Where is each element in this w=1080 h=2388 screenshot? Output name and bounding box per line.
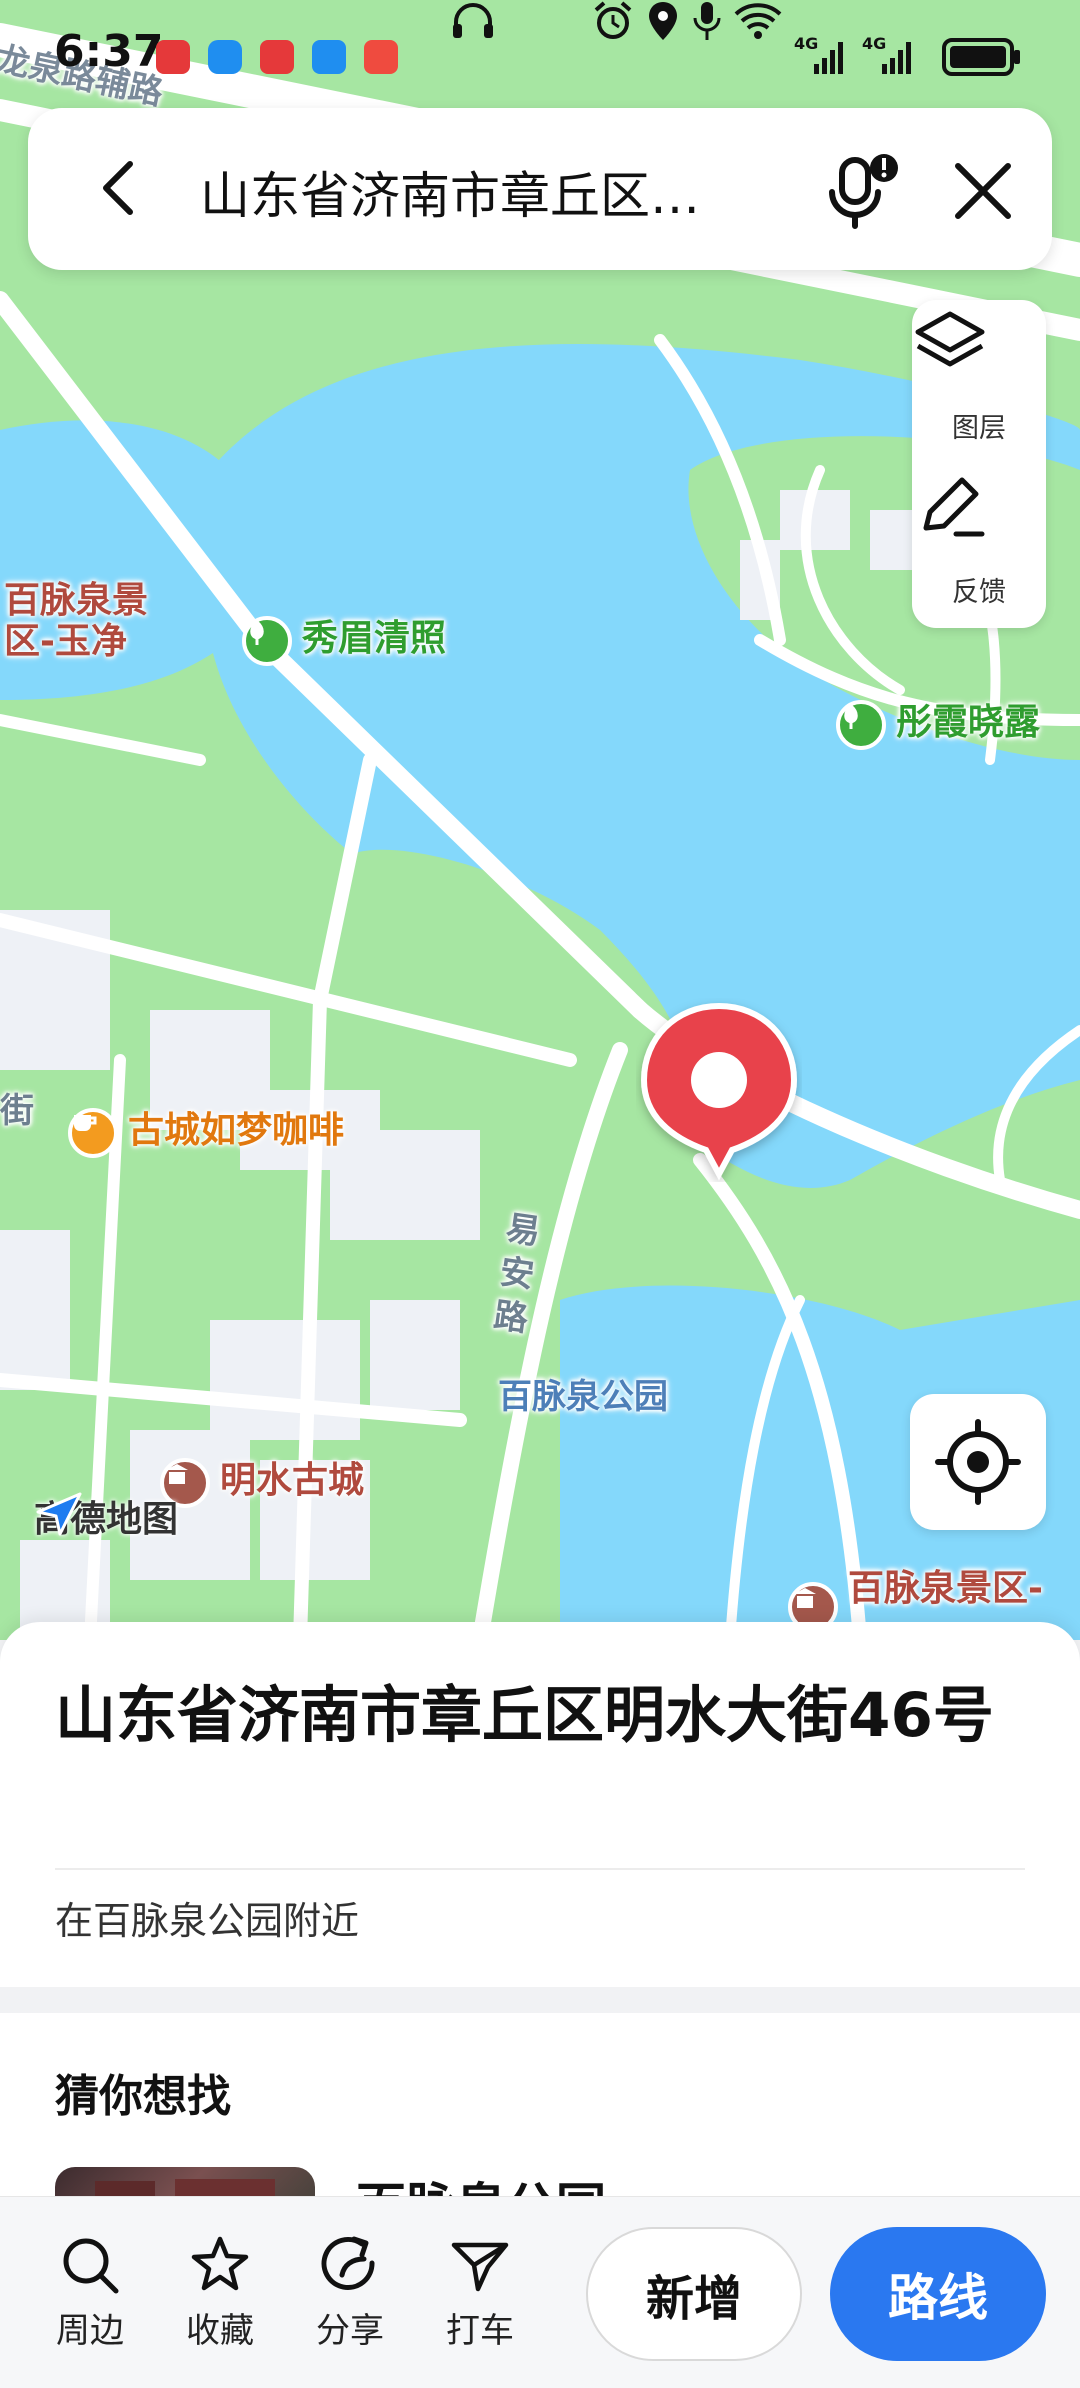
feedback-button[interactable]: 反馈 (912, 470, 1046, 620)
favorite-button[interactable]: 收藏 (160, 2233, 280, 2352)
nearby-button[interactable]: 周边 (30, 2233, 150, 2352)
amap-logo: 高德地图 (34, 1490, 178, 1542)
scenic-poi-icon[interactable] (836, 700, 886, 750)
location-pin-icon[interactable] (636, 998, 802, 1182)
battery-app-icon (364, 40, 398, 74)
divider (55, 1868, 1025, 1870)
favorite-label: 收藏 (186, 2311, 254, 2351)
poi-label-baimai-scenic[interactable]: 百脉泉景区- (848, 1568, 1043, 1609)
layers-icon (915, 311, 985, 367)
map-tools-panel: 图层 反馈 (912, 300, 1046, 628)
share-button[interactable]: 分享 (290, 2233, 410, 2352)
chevron-left-icon[interactable] (88, 156, 152, 220)
mic-status-icon (693, 2, 721, 40)
add-new-button[interactable]: 新增 (586, 2227, 802, 2361)
search-icon (63, 2238, 119, 2294)
share-icon (321, 2236, 375, 2290)
poi-label-park[interactable]: 百脉泉公园 (498, 1377, 668, 1417)
amap-arrow-icon (36, 1492, 82, 1536)
locate-me-button[interactable] (910, 1394, 1046, 1530)
scenic-poi-icon[interactable] (242, 616, 292, 666)
road-label-street: 街 (0, 1091, 34, 1131)
poi-label-cafe[interactable]: 古城如梦咖啡 (128, 1110, 344, 1151)
route-button[interactable]: 路线 (830, 2227, 1046, 2361)
poi-label-xiumei[interactable]: 秀眉清照 (302, 618, 446, 659)
layers-label: 图层 (952, 413, 1006, 444)
status-bar: 6:37 4G 4G (0, 0, 1080, 110)
signal-icon-1: 4G (794, 34, 850, 78)
poi-label-mingshui[interactable]: 明水古城 (220, 1460, 364, 1501)
status-time: 6:37 (54, 26, 164, 77)
close-icon[interactable] (948, 156, 1018, 226)
cloud-app-icon (312, 40, 346, 74)
taxi-button[interactable]: 打车 (420, 2233, 540, 2352)
battery-icon (942, 38, 1020, 76)
crosshair-icon (935, 1419, 1021, 1505)
nearby-text: 在百脉泉公园附近 (55, 1899, 360, 1943)
microphone-icon[interactable] (818, 146, 908, 236)
star-icon (191, 2236, 249, 2291)
cafe-poi-icon[interactable] (68, 1108, 118, 1158)
nearby-label: 周边 (56, 2311, 124, 2351)
wifi-icon (734, 3, 782, 39)
poi-label-baimai-yujing[interactable]: 百脉泉景 区-玉净 (4, 580, 148, 663)
layers-button[interactable]: 图层 (912, 306, 1046, 456)
signal-icon-2: 4G (862, 34, 918, 78)
alarm-icon (594, 1, 632, 39)
bottom-action-bar: 周边 收藏 分享 打车 新增 路线 (0, 2196, 1080, 2388)
location-status-icon (649, 2, 677, 40)
huawei-app-icon (156, 40, 190, 74)
feedback-pen-icon (923, 477, 985, 537)
message-app-icon (208, 40, 242, 74)
guess-section-title: 猜你想找 (55, 2071, 231, 2122)
search-query[interactable]: 山东省济南市章丘区… (200, 156, 780, 228)
feedback-label: 反馈 (952, 577, 1006, 608)
search-bar[interactable]: 山东省济南市章丘区… (28, 108, 1052, 270)
poi-label-tongxia[interactable]: 彤霞晓露 (896, 702, 1040, 743)
taxi-icon (451, 2242, 509, 2292)
map-view[interactable]: 龙泉路辅路 百脉泉景 区-玉净 秀眉清照 彤霞晓露 街 古城如梦咖啡 易 安 路… (0, 0, 1080, 1640)
book-app-icon (260, 40, 294, 74)
place-address-title: 山东省济南市章丘区明水大街46号 (55, 1680, 994, 1751)
headphones-icon (453, 3, 493, 38)
taxi-label: 打车 (446, 2311, 514, 2351)
section-gap (0, 1987, 1080, 2013)
share-label: 分享 (316, 2311, 384, 2351)
